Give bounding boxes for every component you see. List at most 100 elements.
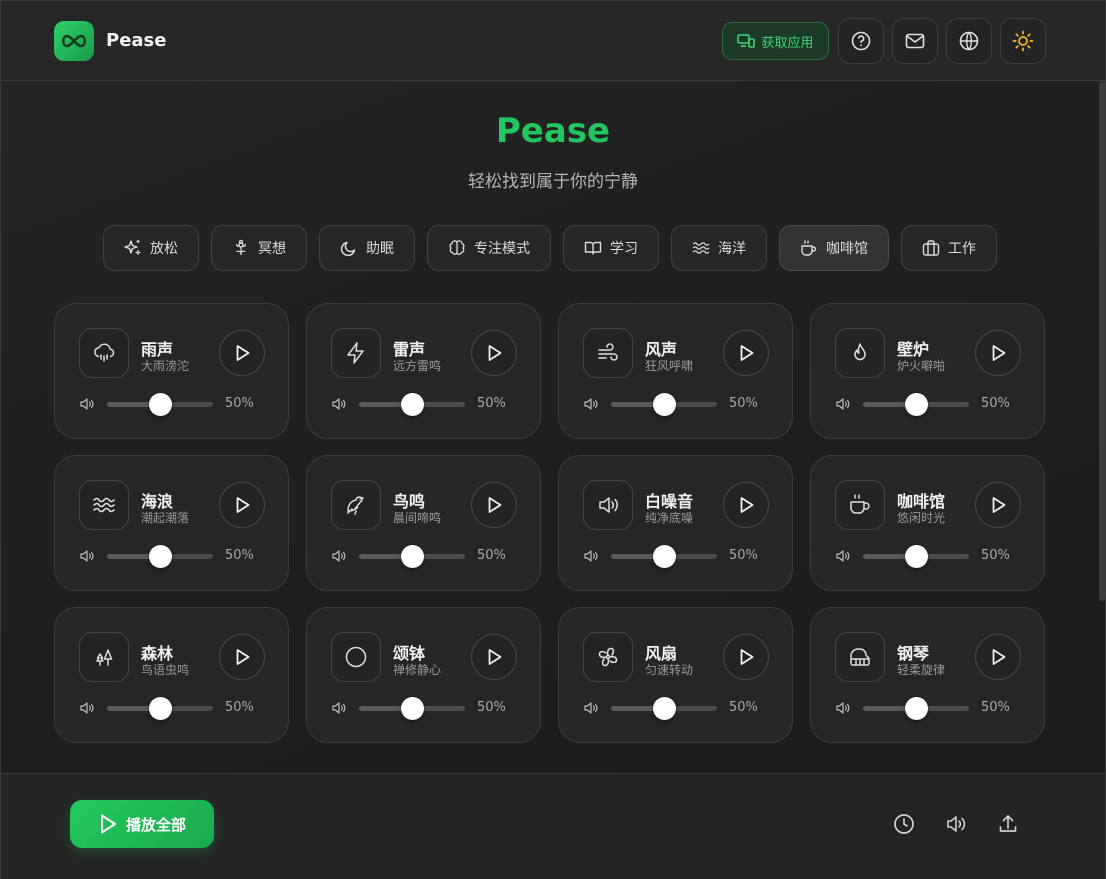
bottom-bar: 播放全部: [1, 773, 1105, 879]
clock-icon: [893, 813, 915, 835]
play-sound-button[interactable]: [219, 482, 265, 528]
play-icon: [232, 343, 252, 363]
category-cafe[interactable]: 咖啡馆: [779, 225, 889, 271]
volume-knob[interactable]: [905, 697, 928, 720]
category-work[interactable]: 工作: [901, 225, 997, 271]
timer-button[interactable]: [892, 812, 916, 836]
volume-slider[interactable]: [611, 697, 717, 720]
sound-description: 潮起潮落: [141, 511, 190, 525]
zap-icon: [331, 328, 381, 378]
play-icon: [988, 495, 1008, 515]
volume-knob[interactable]: [905, 393, 928, 416]
book-icon: [584, 239, 602, 257]
sound-description: 匀速转动: [645, 663, 694, 677]
volume-icon: [945, 813, 967, 835]
volume-icon: [79, 396, 95, 412]
volume-icon: [331, 700, 347, 716]
mail-button[interactable]: [892, 18, 938, 64]
sound-description: 轻柔旋律: [897, 663, 946, 677]
master-volume-button[interactable]: [944, 812, 968, 836]
play-sound-button[interactable]: [723, 482, 769, 528]
volume-knob[interactable]: [401, 697, 424, 720]
play-icon: [98, 813, 118, 835]
app-window: Pease 获取应用 Pease 轻松找到属于你的宁静 放松 冥想 助眠 专注模…: [0, 0, 1106, 879]
waves-icon: [692, 239, 710, 257]
volume-knob[interactable]: [401, 393, 424, 416]
sound-card: 森林 鸟语虫鸣 50%: [54, 607, 289, 743]
play-icon: [988, 647, 1008, 667]
category-label: 咖啡馆: [826, 241, 868, 257]
category-label: 冥想: [258, 241, 286, 257]
moon-icon: [340, 239, 358, 257]
volume-knob[interactable]: [653, 545, 676, 568]
play-sound-button[interactable]: [975, 330, 1021, 376]
play-sound-button[interactable]: [471, 634, 517, 680]
play-sound-button[interactable]: [723, 634, 769, 680]
circle-icon: [331, 632, 381, 682]
help-circle-icon: [851, 31, 871, 51]
brand-name[interactable]: Pease: [106, 30, 166, 51]
get-app-button[interactable]: 获取应用: [722, 22, 829, 60]
category-sleep[interactable]: 助眠: [319, 225, 415, 271]
volume-slider[interactable]: [359, 393, 465, 416]
help-button[interactable]: [838, 18, 884, 64]
mail-icon: [905, 32, 925, 50]
volume-slider[interactable]: [107, 697, 213, 720]
sound-description: 炉火噼啪: [897, 359, 946, 373]
volume-knob[interactable]: [149, 697, 172, 720]
top-bar: Pease 获取应用: [1, 1, 1105, 81]
category-ocean[interactable]: 海洋: [671, 225, 767, 271]
bird-icon: [331, 480, 381, 530]
volume-slider[interactable]: [107, 545, 213, 568]
volume-knob[interactable]: [149, 393, 172, 416]
play-sound-button[interactable]: [219, 634, 265, 680]
trees-icon: [79, 632, 129, 682]
category-focus[interactable]: 专注模式: [427, 225, 551, 271]
category-label: 学习: [610, 241, 638, 257]
category-label: 助眠: [366, 241, 394, 257]
play-sound-button[interactable]: [975, 482, 1021, 528]
play-sound-button[interactable]: [219, 330, 265, 376]
volume-slider[interactable]: [863, 393, 969, 416]
play-all-label: 播放全部: [125, 815, 186, 834]
sound-description: 悠闲时光: [897, 511, 946, 525]
share-button[interactable]: [996, 812, 1020, 836]
play-all-button[interactable]: 播放全部: [70, 800, 214, 848]
logo-icon[interactable]: [54, 21, 94, 61]
volume-knob[interactable]: [653, 393, 676, 416]
category-label: 放松: [150, 241, 178, 257]
sound-description: 晨间啼鸣: [393, 511, 442, 525]
upload-icon: [997, 813, 1019, 835]
play-sound-button[interactable]: [471, 482, 517, 528]
volume-knob[interactable]: [653, 697, 676, 720]
play-sound-button[interactable]: [975, 634, 1021, 680]
theme-toggle-button[interactable]: [1000, 18, 1046, 64]
volume-slider[interactable]: [611, 545, 717, 568]
sound-card: 白噪音 纯净底噪 50%: [558, 455, 793, 591]
volume-knob[interactable]: [401, 545, 424, 568]
category-relax[interactable]: 放松: [103, 225, 199, 271]
volume-slider[interactable]: [359, 697, 465, 720]
coffee-icon: [800, 239, 818, 257]
volume-slider[interactable]: [107, 393, 213, 416]
volume-slider[interactable]: [359, 545, 465, 568]
category-meditate[interactable]: 冥想: [211, 225, 307, 271]
scrollbar[interactable]: [1099, 81, 1105, 601]
sound-description: 鸟语虫鸣: [141, 663, 190, 677]
volume-slider[interactable]: [863, 697, 969, 720]
category-label: 海洋: [718, 241, 746, 257]
sparkles-icon: [124, 239, 142, 257]
volume-slider[interactable]: [611, 393, 717, 416]
volume-knob[interactable]: [149, 545, 172, 568]
volume-percent: 50%: [225, 548, 254, 563]
volume-icon: [835, 700, 851, 716]
volume-knob[interactable]: [905, 545, 928, 568]
play-sound-button[interactable]: [723, 330, 769, 376]
category-label: 专注模式: [474, 241, 530, 257]
category-study[interactable]: 学习: [563, 225, 659, 271]
play-sound-button[interactable]: [471, 330, 517, 376]
volume-slider[interactable]: [863, 545, 969, 568]
language-button[interactable]: [946, 18, 992, 64]
volume-icon: [835, 548, 851, 564]
waves-icon: [79, 480, 129, 530]
